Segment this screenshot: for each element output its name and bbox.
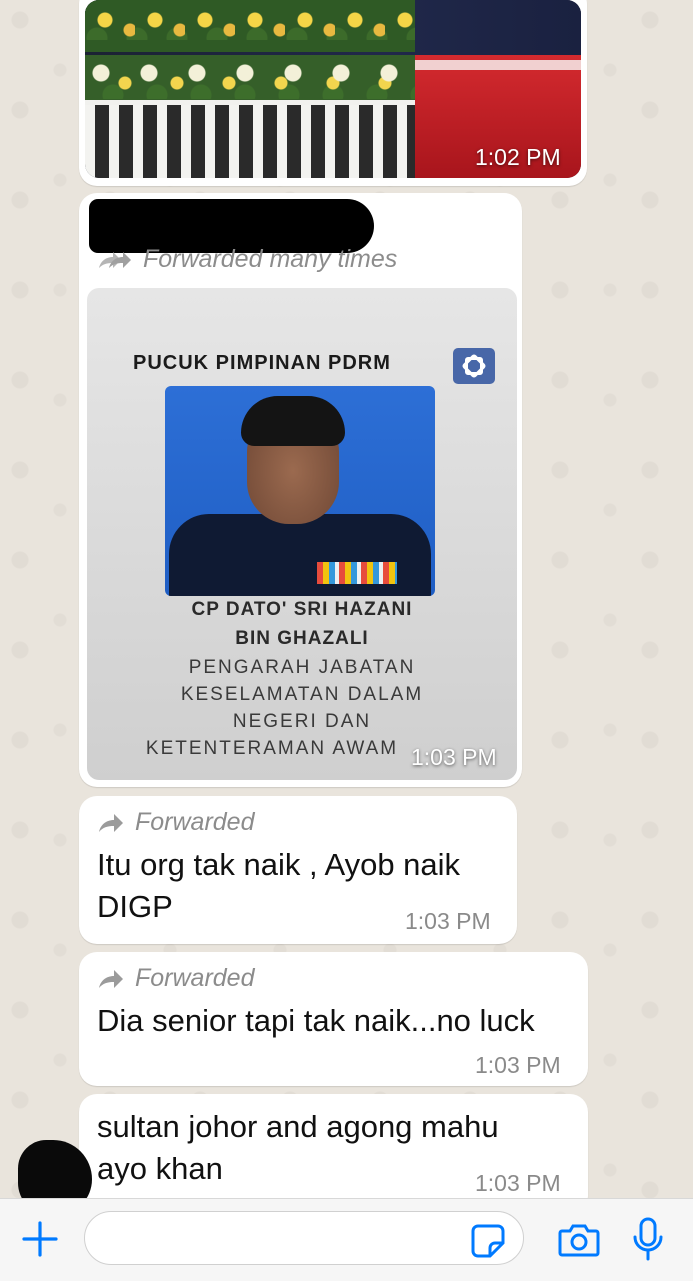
- forwarded-image-message[interactable]: Forwarded many times PUCUK PIMPINAN PDRM…: [79, 193, 522, 787]
- pdrm-logo-icon: [453, 348, 495, 384]
- message-text-line: ayo khan: [97, 1151, 223, 1186]
- poster-position-line: PENGARAH JABATAN: [188, 657, 416, 678]
- forwarded-icon: [99, 813, 123, 832]
- forwarded-label-text: Forwarded: [135, 808, 255, 836]
- message-time: 1:03 PM: [405, 908, 491, 934]
- forwarded-label: Forwarded many times: [97, 245, 397, 274]
- plus-icon[interactable]: [20, 1219, 60, 1259]
- forwarded-label-text: Forwarded many times: [143, 245, 398, 273]
- message-time: 1:03 PM: [475, 1170, 561, 1196]
- message-time: 1:03 PM: [475, 1052, 561, 1078]
- forwarded-label: Forwarded: [97, 964, 255, 993]
- text-message[interactable]: Forwarded Itu org tak naik , Ayob naik D…: [79, 796, 517, 944]
- forwarded-poster-image[interactable]: PUCUK PIMPINAN PDRM CP DATO' SRI HAZANI …: [87, 288, 517, 780]
- text-message[interactable]: sultan johor and agong mahu ayo khan 1:0…: [79, 1094, 588, 1214]
- message-text-line: sultan johor and agong mahu: [97, 1109, 499, 1144]
- poster-title: PUCUK PIMPINAN PDRM: [133, 352, 391, 374]
- message-time: 1:03 PM: [411, 744, 497, 770]
- message-text-line: DIGP: [97, 889, 173, 924]
- camera-icon[interactable]: [558, 1221, 600, 1257]
- microphone-icon[interactable]: [632, 1217, 664, 1261]
- forwarded-label-text: Forwarded: [135, 964, 255, 992]
- forwarded-label: Forwarded: [97, 808, 255, 837]
- message-input[interactable]: [84, 1211, 524, 1265]
- poster-name-line: CP DATO' SRI HAZANI: [191, 599, 413, 620]
- forwarded-many-icon: [99, 251, 131, 268]
- sticker-icon[interactable]: [470, 1223, 506, 1259]
- forwarded-icon: [99, 969, 123, 988]
- composer-bar: [0, 1198, 693, 1281]
- image-message[interactable]: 1:02 PM: [79, 0, 587, 186]
- message-time: 1:02 PM: [475, 144, 561, 170]
- poster-position-line: KESELAMATAN DALAM: [180, 684, 424, 705]
- message-text-line: Dia senior tapi tak naik...no luck: [97, 1003, 535, 1038]
- poster-position-line: NEGERI DAN: [232, 711, 372, 732]
- text-message[interactable]: Forwarded Dia senior tapi tak naik...no …: [79, 952, 588, 1086]
- officer-portrait: [165, 386, 435, 596]
- poster-name-line: BIN GHAZALI: [235, 628, 369, 649]
- message-text-line: Itu org tak naik , Ayob naik: [97, 847, 461, 882]
